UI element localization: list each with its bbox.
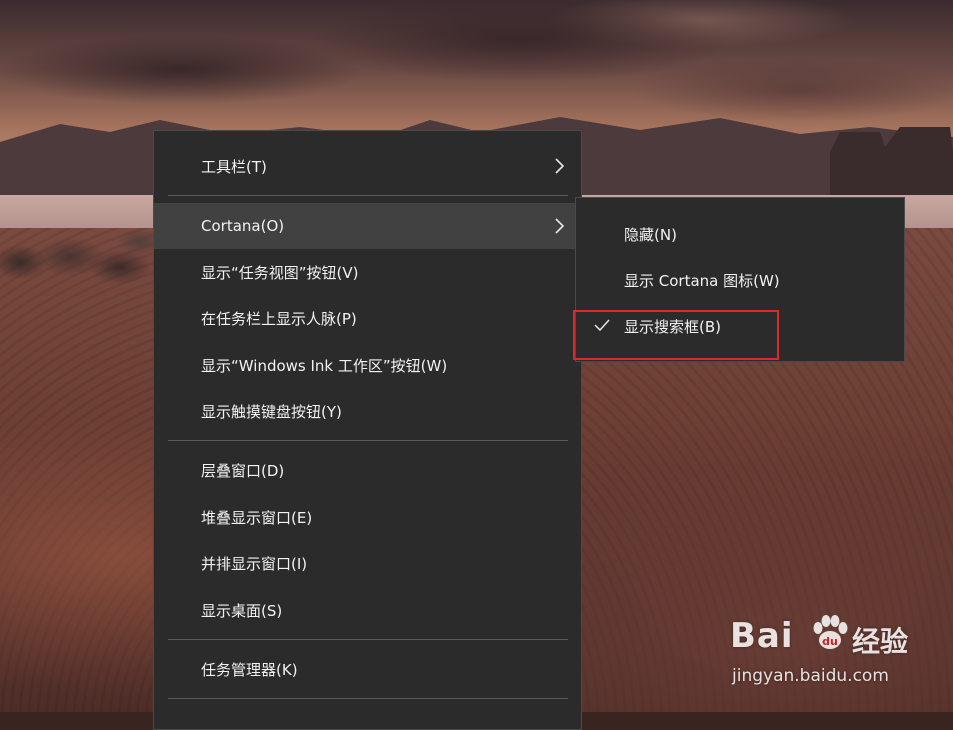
menu-item-label: 层叠窗口(D) bbox=[201, 461, 285, 480]
menu-item-cascade-windows[interactable]: 层叠窗口(D) bbox=[154, 447, 581, 493]
menu-item-show-task-view[interactable]: 显示“任务视图”按钮(V) bbox=[154, 249, 581, 295]
chevron-right-icon bbox=[555, 218, 565, 234]
menu-separator bbox=[168, 639, 568, 640]
menu-item-label: Cortana(O) bbox=[201, 217, 285, 235]
menu-item-label: 显示“Windows Ink 工作区”按钮(W) bbox=[201, 356, 448, 375]
taskbar-context-menu: 工具栏(T) Cortana(O) 显示“任务视图”按钮(V) 在任务栏上显示人… bbox=[153, 130, 582, 730]
watermark-logo-part1: Bai bbox=[730, 616, 794, 656]
rocks bbox=[0, 222, 160, 302]
menu-item-stack-windows[interactable]: 堆叠显示窗口(E) bbox=[154, 494, 581, 540]
menu-item-show-windows-ink[interactable]: 显示“Windows Ink 工作区”按钮(W) bbox=[154, 342, 581, 388]
menu-separator bbox=[168, 698, 568, 699]
chevron-right-icon bbox=[555, 158, 565, 174]
submenu-item-label: 显示 Cortana 图标(W) bbox=[624, 271, 780, 290]
menu-item-label: 在任务栏上显示人脉(P) bbox=[201, 309, 357, 328]
menu-item-task-manager[interactable]: 任务管理器(K) bbox=[154, 646, 581, 692]
watermark-logo-part2: du bbox=[822, 635, 838, 648]
menu-separator bbox=[168, 440, 568, 441]
paw-icon: du bbox=[813, 615, 848, 649]
watermark-cn-text: 经验 bbox=[852, 625, 909, 658]
submenu-item-hidden[interactable]: 隐藏(N) bbox=[576, 211, 904, 257]
baidu-jingyan-watermark: Bai du 经验 jingyan.baidu.com bbox=[726, 610, 936, 690]
submenu-item-label: 隐藏(N) bbox=[624, 225, 677, 244]
menu-item-toolbars[interactable]: 工具栏(T) bbox=[154, 143, 581, 189]
menu-item-show-people[interactable]: 在任务栏上显示人脉(P) bbox=[154, 295, 581, 341]
menu-item-label: 显示触摸键盘按钮(Y) bbox=[201, 402, 342, 421]
menu-item-cortana[interactable]: Cortana(O) bbox=[154, 203, 581, 249]
menu-item-label: 并排显示窗口(I) bbox=[201, 554, 308, 573]
menu-item-label: 显示桌面(S) bbox=[201, 601, 283, 620]
menu-item-show-touch-keyboard[interactable]: 显示触摸键盘按钮(Y) bbox=[154, 388, 581, 434]
annotation-highlight-box bbox=[573, 310, 779, 360]
watermark-url: jingyan.baidu.com bbox=[732, 666, 889, 686]
menu-item-show-desktop[interactable]: 显示桌面(S) bbox=[154, 587, 581, 633]
menu-item-label: 任务管理器(K) bbox=[201, 660, 298, 679]
menu-item-label: 堆叠显示窗口(E) bbox=[201, 508, 313, 527]
menu-item-side-by-side[interactable]: 并排显示窗口(I) bbox=[154, 540, 581, 586]
watermark-logo-text: Bai bbox=[730, 616, 794, 656]
menu-item-label: 工具栏(T) bbox=[201, 157, 267, 176]
submenu-item-show-cortana-icon[interactable]: 显示 Cortana 图标(W) bbox=[576, 257, 904, 303]
menu-separator bbox=[168, 195, 568, 196]
menu-item-label: 显示“任务视图”按钮(V) bbox=[201, 263, 359, 282]
